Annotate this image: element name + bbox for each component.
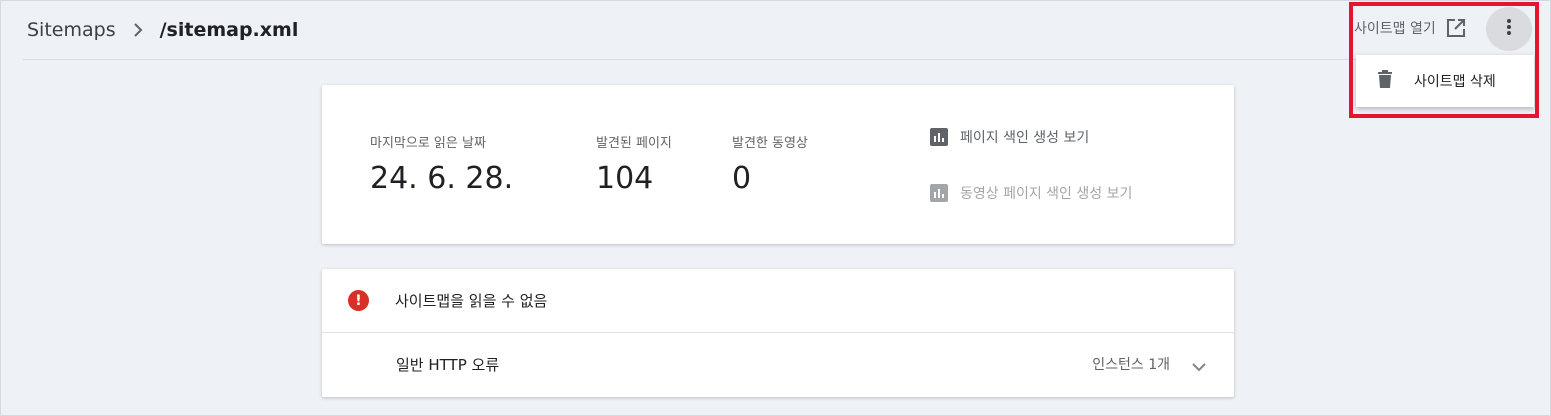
open-sitemap-link[interactable]: 사이트맵 열기 (1354, 15, 1466, 41)
page-header: Sitemaps /sitemap.xml 사이트맵 열기 (1, 1, 1551, 59)
open-in-new-icon (1446, 18, 1466, 38)
sitemap-summary-card: 마지막으로 읽은 날짜 24. 6. 28. 발견된 페이지 104 발견한 동… (322, 85, 1234, 244)
breadcrumb-current: /sitemap.xml (159, 19, 299, 41)
discovered-videos-stat: 발견한 동영상 0 (732, 132, 808, 196)
error-header: ! 사이트맵을 읽을 수 없음 (322, 269, 1234, 333)
more-options-menu: 사이트맵 삭제 (1356, 55, 1534, 107)
video-indexing-link[interactable]: 동영상 페이지 색인 생성 보기 (930, 183, 1132, 203)
header-divider (23, 59, 1528, 60)
errors-card: ! 사이트맵을 읽을 수 없음 일반 HTTP 오류 인스턴스 1개 (322, 269, 1234, 397)
breadcrumb: Sitemaps /sitemap.xml (27, 17, 298, 43)
discovered-pages-stat: 발견된 페이지 104 (596, 132, 672, 196)
page-indexing-label: 페이지 색인 생성 보기 (960, 130, 1090, 146)
delete-sitemap-menu-item[interactable]: 사이트맵 삭제 (1356, 55, 1534, 107)
breadcrumb-sitemaps-link[interactable]: Sitemaps (27, 19, 116, 41)
error-icon: ! (348, 290, 369, 311)
page-indexing-link[interactable]: 페이지 색인 생성 보기 (930, 127, 1089, 147)
discovered-pages-label: 발견된 페이지 (596, 136, 672, 151)
video-indexing-label: 동영상 페이지 색인 생성 보기 (960, 186, 1133, 202)
more-options-button[interactable] (1486, 7, 1532, 51)
chevron-down-icon[interactable] (1192, 357, 1206, 376)
bar-chart-icon (930, 128, 948, 146)
open-sitemap-label: 사이트맵 열기 (1354, 21, 1436, 37)
last-read-stat: 마지막으로 읽은 날짜 24. 6. 28. (370, 132, 513, 196)
discovered-videos-value: 0 (732, 161, 752, 196)
error-title: 사이트맵을 읽을 수 없음 (395, 292, 548, 310)
error-row[interactable]: 일반 HTTP 오류 인스턴스 1개 (322, 333, 1234, 397)
bar-chart-icon (930, 184, 948, 202)
discovered-videos-label: 발견한 동영상 (732, 136, 808, 151)
last-read-value: 24. 6. 28. (370, 161, 514, 196)
discovered-pages-value: 104 (596, 161, 654, 196)
delete-sitemap-label: 사이트맵 삭제 (1414, 74, 1496, 90)
chevron-right-icon (132, 23, 144, 37)
last-read-label: 마지막으로 읽은 날짜 (370, 136, 486, 151)
error-row-count: 인스턴스 1개 (1092, 357, 1170, 373)
more-vert-icon (1506, 18, 1512, 40)
trash-icon (1378, 70, 1392, 92)
error-row-name: 일반 HTTP 오류 (396, 356, 500, 374)
